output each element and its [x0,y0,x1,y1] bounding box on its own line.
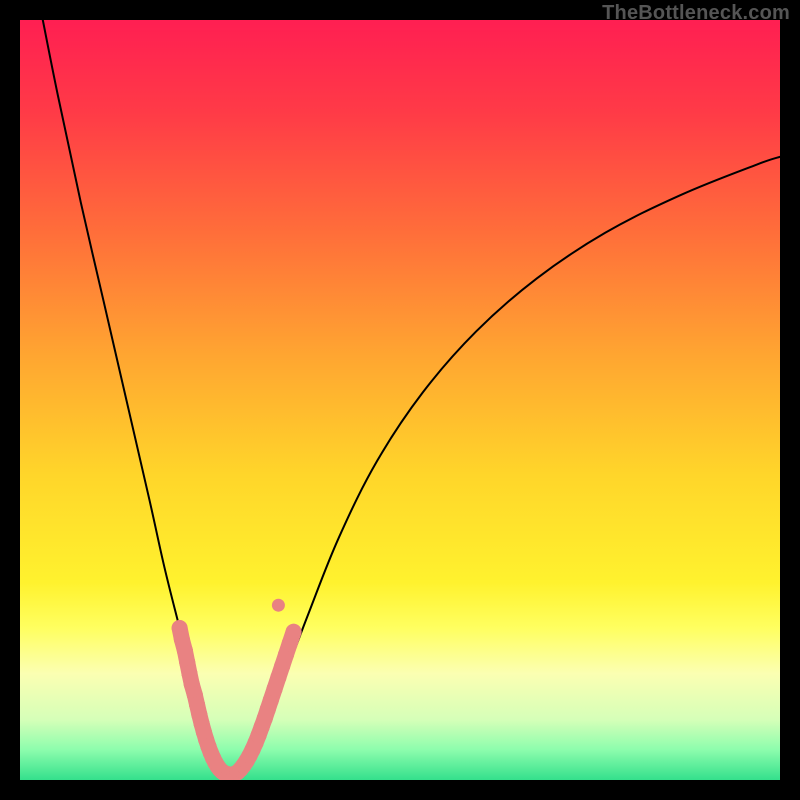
data-marker [286,624,302,640]
data-marker [272,599,285,612]
chart-frame: TheBottleneck.com [0,0,800,800]
gradient-background [20,20,780,780]
chart-plot-area [20,20,780,780]
